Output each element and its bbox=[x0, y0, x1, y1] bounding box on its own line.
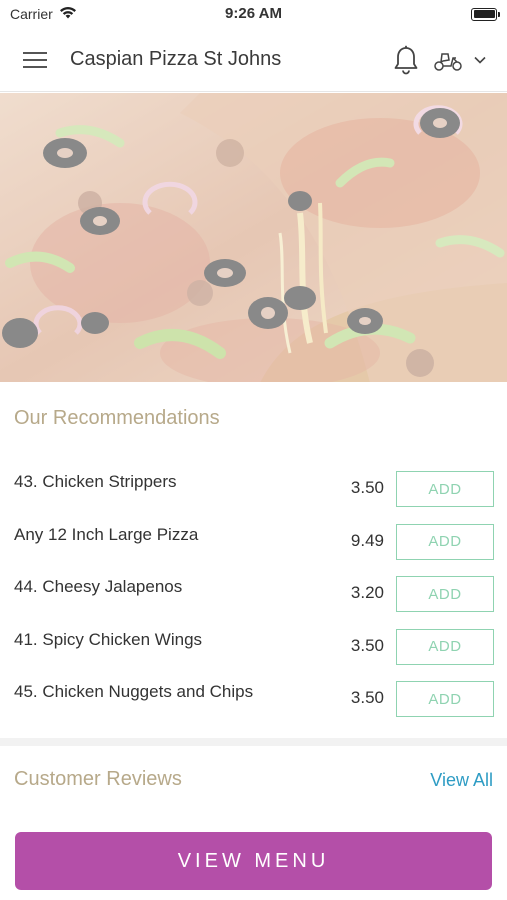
add-button[interactable]: ADD bbox=[396, 628, 494, 665]
hero-overlay bbox=[0, 93, 507, 382]
item-name: 45. Chicken Nuggets and Chips bbox=[14, 682, 254, 701]
scooter-icon bbox=[434, 52, 462, 71]
pizza-hero-image bbox=[0, 93, 507, 382]
item-price: 9.49 bbox=[350, 530, 384, 550]
add-button[interactable]: ADD bbox=[396, 576, 494, 612]
item-name: 41. Spicy Chicken Wings bbox=[14, 629, 203, 649]
item-name: 43. Chicken Strippers bbox=[14, 472, 177, 491]
item-name: Any 12 Inch Large Pizza bbox=[14, 524, 199, 544]
item-name: 44. Cheesy Jalapenos bbox=[14, 577, 183, 596]
list-item: 43. Chicken Strippers 3.50 ADD bbox=[0, 460, 507, 513]
add-button[interactable]: ADD bbox=[396, 471, 494, 507]
chevron-down-icon bbox=[474, 56, 486, 64]
reviews-title: Customer Reviews bbox=[14, 768, 182, 790]
view-menu-button[interactable]: VIEW MENU bbox=[15, 832, 492, 890]
item-price: 3.50 bbox=[350, 688, 384, 707]
add-button[interactable]: ADD bbox=[396, 523, 494, 560]
list-item: 44. Cheesy Jalapenos 3.20 ADD bbox=[0, 565, 507, 618]
reviews-section: Customer Reviews View All bbox=[0, 760, 507, 800]
page-title: Caspian Pizza St Johns bbox=[70, 48, 282, 70]
section-divider bbox=[0, 738, 507, 746]
status-time: 9:26 AM bbox=[225, 5, 282, 22]
hamburger-menu-icon bbox=[23, 51, 47, 68]
list-item: Any 12 Inch Large Pizza 9.49 ADD bbox=[0, 513, 507, 566]
list-item: 45. Chicken Nuggets and Chips 3.50 ADD bbox=[0, 670, 507, 723]
recommendations-list: 43. Chicken Strippers 3.50 ADD Any 12 In… bbox=[0, 460, 507, 723]
view-all-link[interactable]: View All bbox=[430, 770, 493, 791]
order-mode-selector[interactable] bbox=[433, 48, 487, 72]
bell-icon bbox=[394, 45, 418, 74]
recommendations-title: Our Recommendations bbox=[14, 407, 220, 429]
item-price: 3.50 bbox=[350, 635, 384, 655]
nav-actions bbox=[393, 45, 507, 75]
add-button[interactable]: ADD bbox=[396, 681, 494, 717]
list-item: 41. Spicy Chicken Wings 3.50 ADD bbox=[0, 618, 507, 671]
hamburger-menu-button[interactable] bbox=[0, 28, 70, 92]
status-right bbox=[471, 7, 500, 21]
item-price: 3.50 bbox=[350, 478, 384, 497]
status-bar: Carrier 9:26 AM bbox=[0, 0, 507, 28]
item-price: 3.20 bbox=[350, 583, 384, 602]
notifications-button[interactable] bbox=[393, 45, 419, 75]
nav-bar: Caspian Pizza St Johns bbox=[0, 28, 507, 92]
battery-icon bbox=[471, 7, 500, 21]
